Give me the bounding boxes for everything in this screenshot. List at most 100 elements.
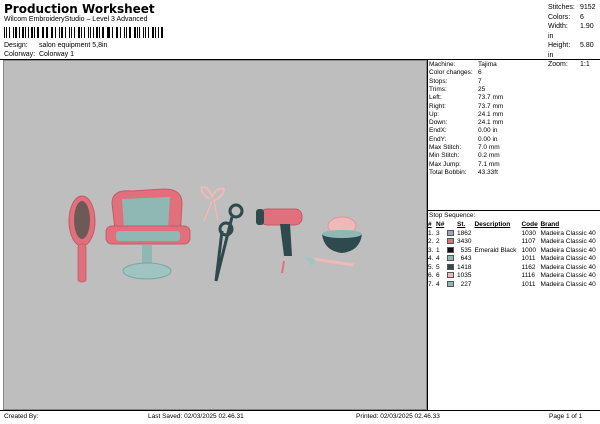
machine-info-label: Total Bobbin: — [429, 168, 467, 176]
row-description — [474, 255, 521, 264]
colorway-label: Colorway: — [4, 51, 36, 58]
row-swatch — [447, 238, 457, 247]
machine-info-value: 7.1 mm — [478, 160, 500, 168]
barcode-bar — [41, 27, 43, 38]
barcode-bar — [124, 27, 126, 38]
barcode-bar — [58, 27, 61, 38]
machine-info-value: 73.7 mm — [478, 94, 504, 102]
barcode-bar — [74, 27, 75, 38]
barcode-bar — [77, 27, 81, 38]
machine-info-label: Right: — [429, 102, 446, 110]
stat-stitches: Stitches: 9152 — [548, 4, 596, 11]
table-row: 3. 1 535 Emerald Black 1000 Madeira Classic 4… — [428, 247, 600, 256]
stat-width: Width: 1.90 in — [548, 23, 594, 40]
table-row: 6. 6 1035 1116 Madeira Classic 40 — [428, 272, 600, 281]
row-brand: Madeira Classic 40 — [540, 229, 596, 237]
row-brand: Madeira Classic 40 — [540, 255, 596, 262]
row-swatch — [447, 255, 457, 264]
stat-zoom: Zoom: 1:1 — [548, 61, 590, 68]
row-needle: 4 — [436, 255, 440, 262]
machine-info-value: 43.33ft — [478, 168, 498, 176]
design-label: Design: — [4, 42, 28, 49]
barcode-bar — [50, 27, 52, 38]
barcode-bar — [151, 27, 155, 38]
row-brand: Madeira Classic 40 — [540, 238, 596, 245]
sequence-divider — [428, 210, 600, 211]
row-code: 1000 — [521, 246, 536, 254]
barcode-bar — [46, 27, 48, 38]
machine-info-value: 25 — [478, 85, 486, 93]
row-brand: Madeira Classic 40 — [540, 272, 596, 279]
row-brand: Madeira Classic 40 — [540, 246, 596, 254]
barcode-bar — [33, 27, 35, 38]
machine-info-label: Max Jump: — [429, 160, 461, 168]
machine-info-label: Machine: — [429, 61, 456, 68]
barcode-bar — [14, 27, 17, 38]
barcode-bar — [157, 27, 159, 38]
row-code: 1011 — [521, 255, 536, 262]
barcode-bar — [22, 27, 24, 38]
salon-chair-icon — [105, 188, 191, 280]
barcode-bar — [126, 27, 127, 38]
machine-info-value: 0.00 in — [478, 127, 498, 135]
row-needle: 4 — [436, 280, 440, 288]
row-code: 1162 — [521, 263, 536, 271]
row-swatch — [447, 229, 457, 239]
barcode-bar — [115, 27, 117, 38]
table-header-row: # N# St. Description Code Brand — [428, 221, 600, 230]
row-stitches: 227 — [460, 280, 472, 288]
color-swatch — [447, 272, 454, 279]
row-stitches: 643 — [460, 255, 472, 262]
barcode-bar — [111, 27, 113, 38]
design-row: Design: salon equipment 5,8in — [4, 42, 107, 49]
machine-info-value: Tajima — [478, 61, 497, 68]
footer-divider — [0, 410, 600, 411]
color-swatch — [447, 229, 454, 236]
barcode-bar — [9, 27, 10, 38]
row-needle: 5 — [436, 263, 440, 271]
barcode-bar — [136, 27, 138, 38]
row-description — [474, 281, 521, 290]
barcode-bar — [18, 27, 20, 38]
col-header-swatch — [447, 221, 457, 230]
barcode-bar — [24, 27, 26, 38]
table-row: 2. 2 3430 1107 Madeira Classic 40 — [428, 238, 600, 247]
barcode-bar — [142, 27, 145, 38]
row-swatch — [447, 272, 457, 281]
col-header-stitches: St. — [457, 221, 466, 228]
col-header-description: Description — [474, 221, 511, 228]
barcode-bar — [155, 27, 156, 38]
barcode-bar — [89, 27, 91, 38]
row-stitches: 535 — [460, 246, 472, 254]
barcode-bar — [81, 27, 82, 38]
barcode-bar — [5, 27, 8, 38]
machine-info-value: 73.7 mm — [478, 102, 504, 110]
software-subtitle: Wilcom EmbroideryStudio – Level 3 Advanc… — [4, 16, 148, 23]
design-preview — [3, 60, 427, 410]
machine-info-value: 0.00 in — [478, 135, 498, 143]
machine-info-label: Min Stitch: — [429, 152, 460, 160]
barcode-bar — [108, 27, 110, 38]
stop-sequence-table: # N# St. Description Code Brand 1. 3 1862 1… — [428, 221, 600, 289]
row-swatch — [447, 263, 457, 273]
row-index: 6. — [428, 272, 434, 279]
barcode-bar — [106, 27, 108, 38]
row-description — [474, 238, 521, 247]
barcode-bar — [43, 27, 45, 38]
row-brand: Madeira Classic 40 — [540, 263, 596, 271]
barcode-bar — [128, 27, 132, 38]
machine-info-label: Color changes: — [429, 69, 473, 77]
machine-info-value: 24.1 mm — [478, 119, 504, 127]
row-description — [474, 272, 521, 281]
row-stitches: 1862 — [457, 229, 472, 237]
printed-date: Printed: 02/03/2025 02.46.33 — [356, 413, 440, 420]
barcode-bar — [4, 27, 5, 38]
colorway-row: Colorway: Colorway 1 — [4, 51, 74, 58]
hairbrush-icon — [68, 195, 96, 283]
row-index: 3. — [428, 246, 434, 254]
last-saved: Last Saved: 02/03/2025 02.46.31 — [148, 413, 244, 420]
barcode-bar — [27, 27, 29, 38]
color-swatch — [447, 255, 454, 262]
barcode-bar — [65, 27, 67, 38]
barcode-bar — [134, 27, 136, 38]
